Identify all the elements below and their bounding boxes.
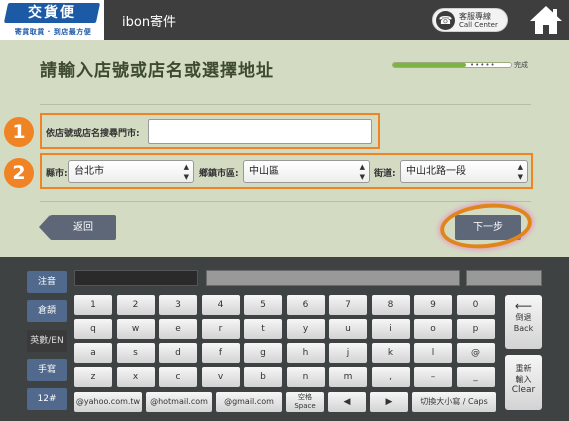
logo-mark: 交貨便 (3, 3, 101, 23)
input-mode-key[interactable]: 12# (27, 388, 67, 410)
phone-icon: ☎ (436, 11, 455, 30)
key-yahoo[interactable]: @yahoo.com.tw (74, 392, 142, 412)
back-button[interactable]: 返回 (39, 215, 116, 240)
street-select[interactable]: 中山北路一段 ▲ ▼ (400, 160, 528, 183)
home-button[interactable] (528, 4, 564, 36)
next-highlight-ring (437, 199, 535, 253)
key-clear-zh2: 輸入 (515, 375, 532, 384)
progress-dots: ••••• (470, 61, 496, 69)
store-search-label: 依店號或店名搜尋門市: (46, 129, 140, 139)
key-caps[interactable]: 切換大小寫 / Caps (412, 392, 496, 412)
key-char[interactable]: h (286, 343, 325, 363)
key-char[interactable]: t (244, 319, 282, 339)
key-char[interactable]: f (201, 343, 240, 363)
brand-logo: 交貨便 寄貨取貨 · 到店最方便 (0, 0, 104, 40)
logo-tagline: 寄貨取貨 · 到店最方便 (14, 28, 92, 36)
key-char[interactable]: 2 (116, 295, 155, 315)
input-mode-key[interactable]: 手寫 (27, 359, 67, 381)
key-char[interactable]: _ (456, 367, 495, 387)
key-space-en: Space (294, 402, 316, 410)
key-char[interactable]: k (371, 343, 410, 363)
keyboard-input-display (74, 270, 198, 286)
divider-top (40, 104, 531, 105)
key-char[interactable]: 1 (74, 295, 112, 315)
key-char[interactable]: 0 (456, 295, 495, 315)
app-title: ibon寄件 (122, 15, 177, 30)
district-label: 鄉鎮市區: (199, 169, 239, 179)
key-char[interactable]: n (286, 367, 325, 387)
page-title: 請輸入店號或店名或選擇地址 (40, 61, 274, 81)
key-char[interactable]: l (414, 343, 452, 363)
select-arrows-icon: ▲ ▼ (359, 163, 365, 181)
key-backspace-en: Back (513, 324, 534, 333)
street-value: 中山北路一段 (406, 166, 466, 177)
key-char[interactable]: d (159, 343, 197, 363)
key-char[interactable]: u (329, 319, 367, 339)
key-char[interactable]: m (329, 367, 367, 387)
step-1-badge: 1 (4, 117, 34, 147)
progress-fill (393, 63, 467, 67)
street-label: 街道: (374, 169, 396, 179)
key-char[interactable]: j (329, 343, 367, 363)
key-char[interactable]: 7 (329, 295, 367, 315)
step-2-badge: 2 (4, 158, 34, 188)
key-char[interactable]: – (414, 367, 452, 387)
input-mode-key[interactable]: 英數/EN (27, 330, 67, 352)
county-select[interactable]: 台北市 ▲ ▼ (68, 160, 194, 183)
key-backspace[interactable]: ⟵ 倒退 Back (505, 295, 542, 349)
key-left-arrow[interactable]: ◀ (328, 392, 366, 412)
call-center-label-en: Call Center (459, 21, 498, 29)
key-char[interactable]: 4 (201, 295, 240, 315)
key-char[interactable]: g (244, 343, 282, 363)
key-char[interactable]: 9 (414, 295, 452, 315)
top-bar: 交貨便 寄貨取貨 · 到店最方便 ibon寄件 ☎ 客服專線 Call Cent… (0, 0, 569, 40)
select-arrows-icon: ▲ ▼ (517, 163, 523, 181)
key-char[interactable]: c (159, 367, 197, 387)
progress-label: 完成 (514, 61, 528, 69)
key-char[interactable]: 6 (286, 295, 325, 315)
key-char[interactable]: z (74, 367, 112, 387)
key-space-zh: 空格 (298, 393, 312, 401)
key-clear-en: Clear (511, 385, 536, 395)
key-clear[interactable]: 重新 輸入 Clear (505, 355, 542, 410)
key-char[interactable]: o (414, 319, 452, 339)
key-char[interactable]: v (201, 367, 240, 387)
key-char[interactable]: , (371, 367, 410, 387)
key-char[interactable]: s (116, 343, 155, 363)
key-backspace-zh: 倒退 (515, 313, 532, 322)
select-arrows-icon: ▲ ▼ (183, 163, 189, 181)
key-char[interactable]: 5 (244, 295, 282, 315)
key-right-arrow[interactable]: ▶ (370, 392, 408, 412)
key-hotmail[interactable]: @hotmail.com (146, 392, 212, 412)
key-char[interactable]: 8 (371, 295, 410, 315)
key-char[interactable]: r (201, 319, 240, 339)
district-value: 中山區 (249, 166, 279, 177)
divider-bottom (40, 201, 531, 202)
key-gmail[interactable]: @gmail.com (216, 392, 282, 412)
key-space[interactable]: 空格 Space (286, 392, 324, 412)
keyboard-candidate-bar (206, 270, 460, 286)
key-char[interactable]: e (159, 319, 197, 339)
key-char[interactable]: a (74, 343, 112, 363)
key-char[interactable]: @ (456, 343, 495, 363)
key-char[interactable]: i (371, 319, 410, 339)
key-char[interactable]: p (456, 319, 495, 339)
key-char[interactable]: x (116, 367, 155, 387)
home-icon (530, 6, 562, 34)
county-value: 台北市 (74, 166, 104, 177)
key-clear-zh1: 重新 (515, 364, 532, 373)
key-char[interactable]: q (74, 319, 112, 339)
call-center-button[interactable]: ☎ 客服專線 Call Center (432, 8, 508, 32)
key-char[interactable]: 3 (159, 295, 197, 315)
input-mode-key[interactable]: 倉頡 (27, 300, 67, 322)
key-char[interactable]: b (244, 367, 282, 387)
key-char[interactable]: y (286, 319, 325, 339)
county-label: 縣市: (46, 169, 68, 179)
input-mode-key[interactable]: 注音 (27, 271, 67, 293)
store-search-input[interactable] (148, 119, 372, 144)
key-char[interactable]: w (116, 319, 155, 339)
keyboard-candidate-bar-right (466, 270, 542, 286)
backspace-arrow-icon: ⟵ (514, 299, 533, 313)
district-select[interactable]: 中山區 ▲ ▼ (243, 160, 370, 183)
